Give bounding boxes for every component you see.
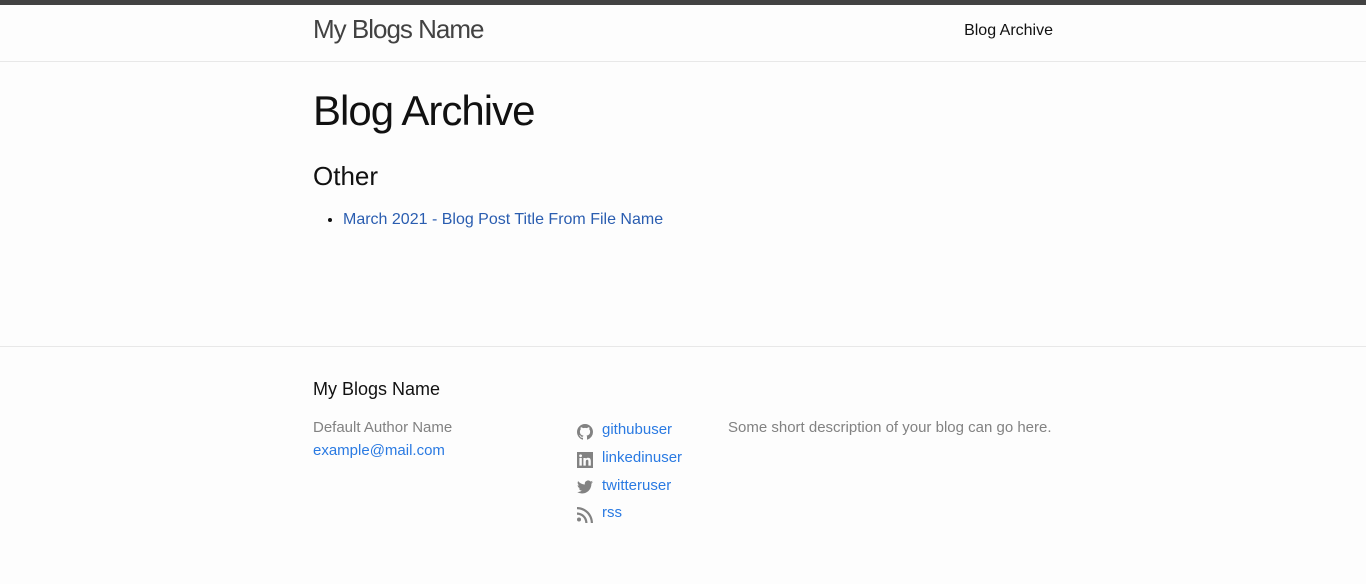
twitter-icon	[577, 480, 593, 494]
post-list: March 2021 - Blog Post Title From File N…	[343, 208, 1053, 232]
header-wrapper: My Blogs Name Blog Archive	[313, 5, 1053, 61]
category-heading: Other	[313, 161, 379, 191]
page-content: Blog Archive Other March 2021 - Blog Pos…	[0, 62, 1366, 347]
github-icon	[577, 423, 593, 440]
social-item-linkedin: linkedinuser	[577, 444, 682, 472]
site-nav: Blog Archive	[964, 21, 1053, 41]
footer-contact: Default Author Name example@mail.com	[313, 416, 452, 462]
email-link[interactable]: example@mail.com	[313, 442, 445, 459]
social-item-github: githubuser	[577, 416, 682, 444]
github-link[interactable]: githubuser	[602, 421, 672, 438]
footer-heading: My Blogs Name	[313, 379, 441, 399]
footer-wrapper: My Blogs Name Default Author Name exampl…	[313, 378, 1053, 536]
footer-columns: Default Author Name example@mail.com git…	[313, 416, 1053, 536]
rss-link[interactable]: rss	[602, 504, 622, 521]
post-link[interactable]: March 2021 - Blog Post Title From File N…	[343, 211, 663, 228]
nav-link-blog-archive[interactable]: Blog Archive	[964, 22, 1053, 39]
page-title: Blog Archive	[313, 87, 535, 134]
twitter-link[interactable]: twitteruser	[602, 477, 671, 494]
site-footer: My Blogs Name Default Author Name exampl…	[0, 347, 1366, 536]
list-item: March 2021 - Blog Post Title From File N…	[343, 208, 1053, 232]
content-wrapper: Blog Archive Other March 2021 - Blog Pos…	[313, 62, 1053, 232]
linkedin-link[interactable]: linkedinuser	[602, 449, 682, 466]
social-item-twitter: twitteruser	[577, 471, 682, 499]
author-name: Default Author Name	[313, 419, 453, 436]
social-item-rss: rss	[577, 499, 682, 527]
social-media-list: githubuser linkedinuser twitteruser rss	[577, 416, 682, 527]
site-description: Some short description of your blog can …	[728, 419, 1052, 436]
linkedin-icon	[577, 451, 593, 468]
site-title-link[interactable]: My Blogs Name	[313, 14, 484, 44]
site-header: My Blogs Name Blog Archive	[0, 5, 1366, 62]
rss-icon	[577, 506, 593, 523]
